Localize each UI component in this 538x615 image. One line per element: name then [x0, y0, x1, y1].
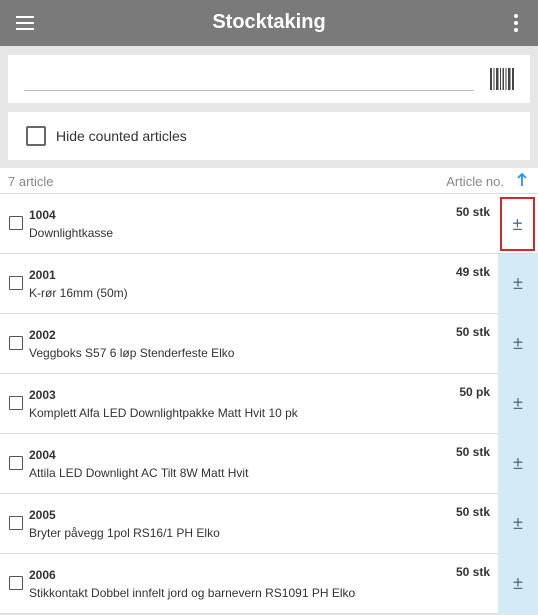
adjust-quantity-button[interactable]: ± [500, 197, 535, 251]
counted-checkbox[interactable] [9, 516, 23, 530]
list-item: 1004 Downlightkasse 50 stk ± [0, 194, 538, 254]
list-item: 2006 Stikkontakt Dobbel innfelt jord og … [0, 554, 538, 614]
article-quantity: 50 pk [459, 385, 490, 399]
app-bar: Stocktaking [0, 0, 538, 46]
article-number: 2004 [29, 448, 56, 462]
article-number: 2006 [29, 568, 56, 582]
article-name: Veggboks S57 6 løp Stenderfeste Elko [29, 346, 235, 360]
list-item: 2004 Attila LED Downlight AC Tilt 8W Mat… [0, 434, 538, 494]
list-item: 2001 K-rør 16mm (50m) 49 stk ± [0, 254, 538, 314]
adjust-quantity-button[interactable]: ± [498, 314, 538, 374]
article-name: Komplett Alfa LED Downlightpakke Matt Hv… [29, 406, 298, 420]
list-item: 2002 Veggboks S57 6 løp Stenderfeste Elk… [0, 314, 538, 374]
adjust-quantity-button[interactable]: ± [498, 374, 538, 434]
article-name: Bryter påvegg 1pol RS16/1 PH Elko [29, 526, 220, 540]
search-input[interactable] [24, 63, 474, 91]
article-name: K-rør 16mm (50m) [29, 286, 128, 300]
page-title: Stocktaking [212, 11, 326, 33]
adjust-quantity-button[interactable]: ± [498, 434, 538, 494]
arrow-up-icon[interactable] [516, 173, 528, 187]
more-vertical-icon[interactable] [512, 13, 520, 33]
adjust-quantity-button[interactable]: ± [498, 554, 538, 614]
adjust-quantity-button[interactable]: ± [498, 254, 538, 314]
counted-checkbox[interactable] [9, 276, 23, 290]
article-number: 2001 [29, 268, 56, 282]
article-name: Downlightkasse [29, 226, 114, 240]
adjust-quantity-button[interactable]: ± [498, 494, 538, 554]
hide-counted-label: Hide counted articles [56, 128, 187, 144]
article-quantity: 50 stk [455, 505, 490, 519]
hide-counted-toggle[interactable]: Hide counted articles [8, 112, 530, 160]
article-number: 2002 [29, 328, 56, 342]
counted-checkbox[interactable] [9, 396, 23, 410]
article-quantity: 50 stk [455, 205, 490, 219]
article-name: Attila LED Downlight AC Tilt 8W Matt Hvi… [29, 466, 249, 480]
article-name: Stikkontakt Dobbel innfelt jord og barne… [29, 586, 356, 600]
article-quantity: 50 stk [455, 325, 490, 339]
list-item: 2003 Komplett Alfa LED Downlightpakke Ma… [0, 374, 538, 434]
counted-checkbox[interactable] [9, 216, 23, 230]
sort-by-label[interactable]: Article no. [446, 174, 504, 189]
barcode-icon[interactable] [490, 68, 514, 90]
search-card [8, 55, 530, 103]
counted-checkbox[interactable] [9, 456, 23, 470]
article-number: 2003 [29, 388, 56, 402]
article-quantity: 49 stk [455, 265, 490, 279]
article-quantity: 50 stk [455, 565, 490, 579]
hide-counted-checkbox[interactable] [26, 126, 46, 146]
article-number: 1004 [29, 208, 56, 222]
article-number: 2005 [29, 508, 56, 522]
counted-checkbox[interactable] [9, 336, 23, 350]
article-count: 7 article [8, 174, 54, 189]
article-list: 1004 Downlightkasse 50 stk ± 2001 K-rør … [0, 194, 538, 614]
list-header: 7 article Article no. [0, 168, 538, 194]
list-item: 2005 Bryter påvegg 1pol RS16/1 PH Elko 5… [0, 494, 538, 554]
counted-checkbox[interactable] [9, 576, 23, 590]
article-quantity: 50 stk [455, 445, 490, 459]
